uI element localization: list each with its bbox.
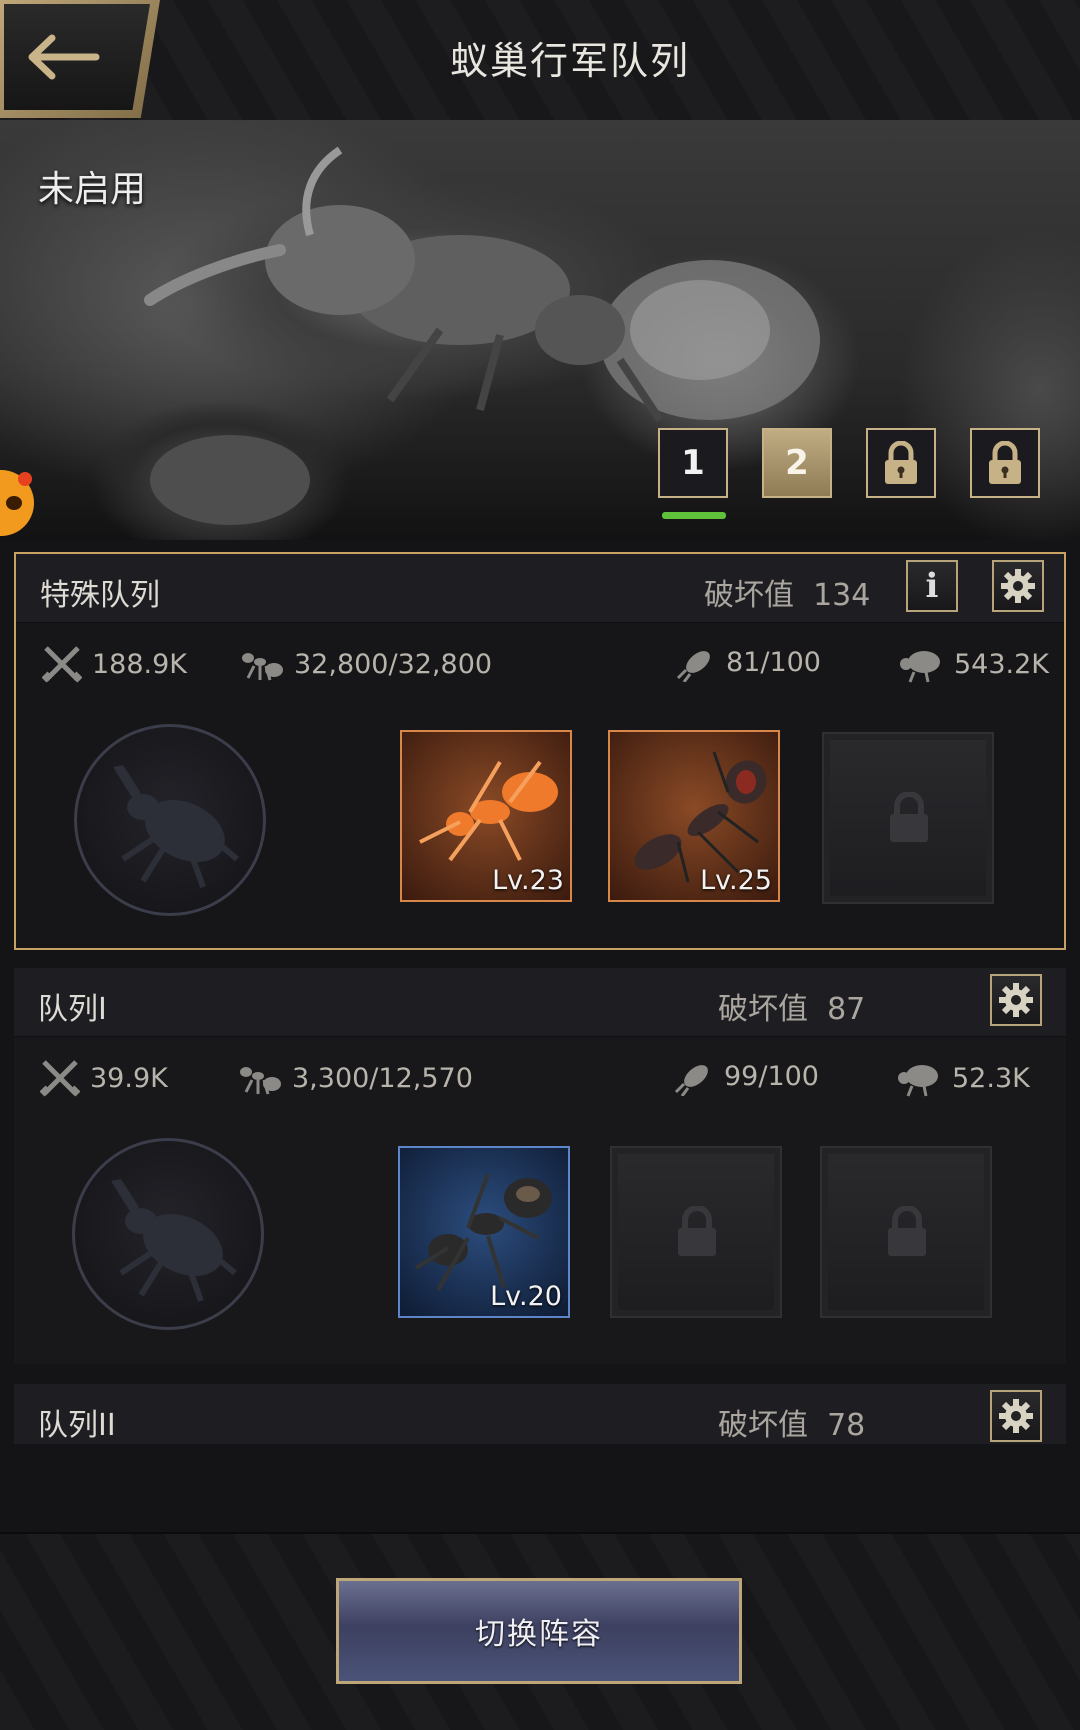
lock-icon: [678, 1206, 716, 1256]
attack-stat: 188.9K: [42, 644, 187, 684]
beetle-silhouette-icon: [111, 1179, 237, 1303]
damage-value: 破坏值 134: [704, 578, 871, 613]
black-ant-portrait-icon: [414, 1173, 552, 1291]
switch-lineup-button[interactable]: 切换阵容: [336, 1578, 742, 1684]
tab-1[interactable]: 1: [658, 428, 728, 498]
unit-level: Lv.23: [492, 865, 564, 896]
unit-slot-1[interactable]: Lv.20: [398, 1146, 570, 1318]
lock-icon: [989, 441, 1021, 484]
damage-value: 破坏值 87: [718, 992, 866, 1027]
squad-name: 特殊队列: [40, 578, 160, 613]
ant-banner-image: [144, 146, 820, 423]
squad-header: 特殊队列 破坏值 134 i: [16, 554, 1064, 623]
unit-level: Lv.20: [490, 1281, 562, 1312]
settings-button[interactable]: [992, 560, 1044, 612]
crossed-swords-icon: [40, 1060, 80, 1097]
info-button[interactable]: i: [906, 560, 958, 612]
gear-icon: [999, 983, 1033, 1017]
lock-icon: [885, 441, 917, 484]
beetle-power-icon: [900, 651, 940, 683]
selected-tab-indicator: [662, 512, 726, 519]
squad-header: 队列I 破坏值 87: [14, 968, 1066, 1037]
settings-button[interactable]: [990, 1390, 1042, 1442]
beetle-silhouette-icon: [113, 765, 239, 889]
power-stat: 52.3K: [894, 1058, 1030, 1098]
squad-status: 未启用: [38, 169, 147, 210]
unit-slot-3-locked[interactable]: [822, 732, 994, 904]
squad-card-2[interactable]: 队列II 破坏值 78: [14, 1384, 1066, 1444]
cockroach-icon: [674, 1065, 708, 1096]
page-title: 蚁巢行军队列: [449, 39, 690, 83]
damage-value: 破坏值 78: [718, 1408, 866, 1443]
info-icon: i: [925, 566, 939, 606]
squad-name: 队列I: [38, 992, 107, 1027]
crossed-swords-icon: [42, 646, 82, 683]
commander-slot[interactable]: [74, 724, 266, 916]
unit-slot-2-locked[interactable]: [610, 1146, 782, 1318]
squad-card-1[interactable]: 队列I 破坏值 87 39.9K 3,300/12,570 99/100 52.…: [14, 968, 1066, 1364]
unit-slot-1[interactable]: Lv.23: [400, 730, 572, 902]
squad-name: 队列II: [38, 1408, 116, 1443]
unit-slot-3-locked[interactable]: [820, 1146, 992, 1318]
ant-icon: [240, 1067, 281, 1095]
fire-ant-portrait-icon: [419, 760, 558, 862]
commander-slot[interactable]: [72, 1138, 264, 1330]
beetle-banner-image: [150, 435, 310, 525]
squad-card-special[interactable]: 特殊队列 破坏值 134 i 188.9K 32,800/32,800 81/1…: [14, 552, 1066, 950]
ant-icon: [242, 653, 283, 681]
lock-icon: [888, 1206, 926, 1256]
load-stat: 81/100: [676, 642, 821, 682]
load-stat: 99/100: [674, 1056, 819, 1096]
squad-header: 队列II 破坏值 78: [14, 1384, 1066, 1444]
gear-icon: [999, 1399, 1033, 1433]
attack-stat: 39.9K: [40, 1058, 168, 1098]
cockroach-icon: [676, 651, 710, 682]
lock-icon: [890, 792, 928, 842]
notification-dot: [18, 472, 32, 486]
troops-stat: 3,300/12,570: [238, 1058, 473, 1098]
unit-slot-2[interactable]: Lv.25: [608, 730, 780, 902]
unit-level: Lv.25: [700, 865, 772, 896]
troops-stat: 32,800/32,800: [240, 644, 492, 684]
mascot-icon: [6, 496, 22, 510]
header-bar: 蚁巢行军队列: [0, 0, 1080, 122]
settings-button[interactable]: [990, 974, 1042, 1026]
tab-2[interactable]: 2: [762, 428, 832, 498]
tab-3-locked[interactable]: [866, 428, 936, 498]
gear-icon: [1001, 569, 1035, 603]
beetle-power-icon: [898, 1065, 938, 1097]
banner: 未启用 1 2: [0, 120, 1080, 540]
power-stat: 543.2K: [896, 644, 1049, 684]
tab-4-locked[interactable]: [970, 428, 1040, 498]
